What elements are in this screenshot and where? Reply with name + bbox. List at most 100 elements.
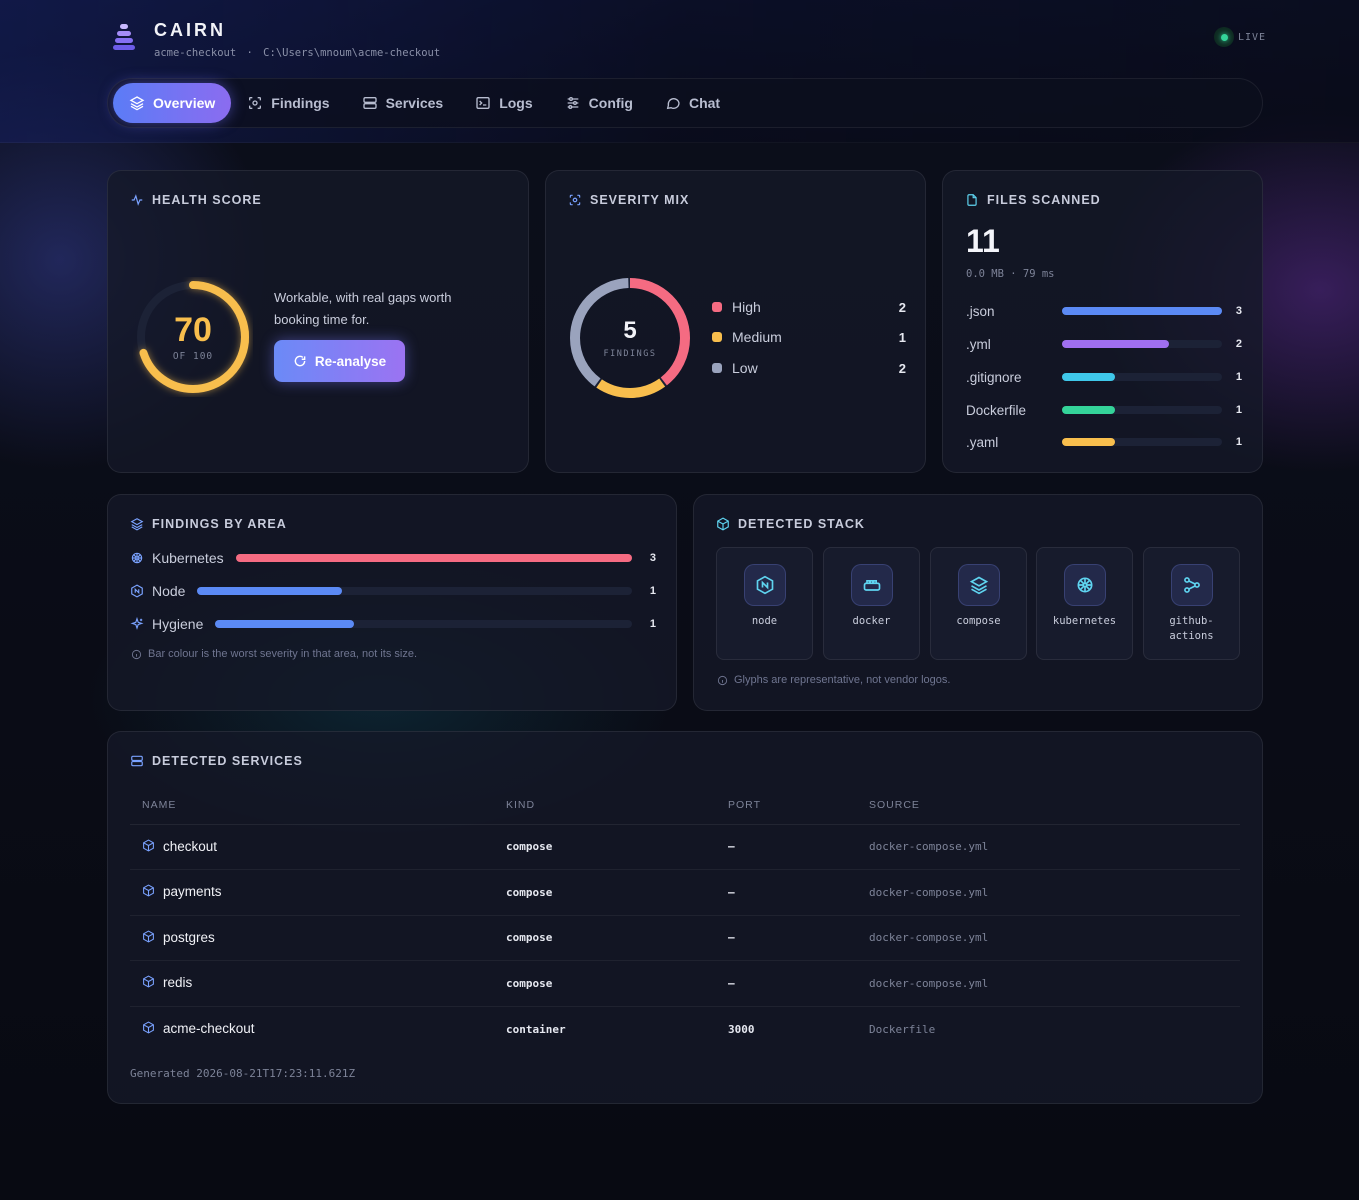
- legend-low: Low 2: [712, 360, 906, 376]
- area-row-kubernetes: Kubernetes 3: [130, 547, 656, 569]
- file-type-track: [1062, 373, 1222, 381]
- findings-by-area-card: FINDINGS BY AREA Kubernetes 3 Node 1 Hyg…: [107, 494, 677, 711]
- card-header: FILES SCANNED: [965, 193, 1101, 207]
- file-type-bar: [1062, 373, 1116, 381]
- severity-total-label: FINDINGS: [603, 349, 657, 359]
- tab-findings[interactable]: Findings: [231, 83, 345, 123]
- service-kind: compose: [494, 869, 716, 916]
- file-type-count: 1: [1235, 404, 1242, 416]
- terminal-icon: [476, 97, 490, 109]
- files-meta: 0.0 MB · 79 ms: [966, 268, 1055, 280]
- file-type-label: .yml: [966, 336, 991, 352]
- cube-icon: [142, 975, 155, 991]
- service-kind: compose: [494, 960, 716, 1007]
- files-scanned-card: FILES SCANNED 11 0.0 MB · 79 ms .json 3 .y…: [942, 170, 1263, 473]
- live-indicator: LIVE: [1214, 27, 1266, 47]
- legend-medium: Medium 1: [712, 329, 906, 345]
- service-port: 3000: [728, 1022, 755, 1036]
- cairn-logo-icon: [108, 18, 140, 54]
- detected-services-card: DETECTED SERVICES NAME KIND PORT SOURCE …: [107, 731, 1263, 1104]
- card-header: SEVERITY MIX: [568, 193, 689, 207]
- file-type-count: 3: [1235, 305, 1242, 317]
- severity-total: 5: [623, 317, 637, 344]
- chat-icon: [666, 98, 680, 110]
- file-icon: [967, 194, 977, 206]
- cube-icon: [717, 517, 729, 531]
- app-title: CAIRN: [154, 20, 226, 40]
- card-header: DETECTED STACK: [716, 517, 865, 531]
- stack-note: Glyphs are representative, not vendor lo…: [717, 674, 950, 686]
- stack-item-github-actions: github-actions: [1143, 547, 1240, 660]
- scan-icon: [569, 194, 581, 206]
- table-row[interactable]: payments compose – docker-compose.yml: [130, 869, 1240, 916]
- files-count: 11: [966, 223, 1000, 259]
- re-analyse-button[interactable]: Re-analyse: [274, 340, 405, 382]
- file-type-row: .json 3: [966, 301, 1242, 321]
- file-type-row: Dockerfile 1: [966, 400, 1242, 420]
- file-type-label: .gitignore: [966, 369, 1022, 385]
- file-type-row: .yaml 1: [966, 432, 1242, 452]
- file-type-row: .yml 2: [966, 334, 1242, 354]
- area-note: Bar colour is the worst severity in that…: [131, 648, 417, 660]
- docker-icon: [863, 580, 880, 591]
- service-name: payments: [130, 869, 494, 916]
- service-source: Dockerfile: [869, 1022, 936, 1036]
- service-source: docker-compose.yml: [857, 960, 1240, 1007]
- file-type-track: [1062, 438, 1222, 446]
- area-bar-hygiene: [215, 620, 355, 628]
- file-type-count: 1: [1235, 436, 1242, 448]
- file-type-label: .json: [966, 303, 995, 319]
- stack-item-compose: compose: [930, 547, 1027, 660]
- helm-icon: [131, 552, 143, 564]
- brand: CAIRN acme-checkout · C:\Users\mnoum\acm…: [108, 18, 440, 59]
- file-type-track: [1062, 307, 1222, 315]
- helm-icon: [1077, 577, 1092, 593]
- card-header: DETECTED SERVICES: [130, 754, 303, 768]
- area-row-node: Node 1: [130, 580, 656, 602]
- service-kind: compose: [494, 915, 716, 961]
- file-type-count: 2: [1235, 338, 1242, 350]
- stack-item-docker: docker: [823, 547, 920, 660]
- table-row[interactable]: acme-checkout container 3000 Dockerfile: [130, 1006, 1240, 1052]
- file-type-bar: [1062, 340, 1169, 348]
- pulse-icon: [131, 194, 143, 206]
- generated-timestamp: Generated 2026-08-21T17:23:11.621Z: [130, 1067, 356, 1080]
- service-name: checkout: [130, 824, 494, 870]
- tab-logs[interactable]: Logs: [459, 83, 548, 123]
- table-row[interactable]: redis compose – docker-compose.yml: [130, 960, 1240, 1007]
- col-kind: KIND: [494, 786, 716, 825]
- low-swatch: [712, 363, 722, 373]
- health-score-value: 70: [174, 311, 212, 349]
- refresh-icon: [294, 355, 306, 367]
- tab-services[interactable]: Services: [346, 83, 460, 123]
- node-icon: [131, 584, 143, 598]
- service-source: docker-compose.yml: [857, 824, 1240, 870]
- node-icon: [756, 575, 773, 595]
- service-name: redis: [130, 960, 494, 1007]
- status-dot-icon: [1214, 27, 1234, 47]
- table-row[interactable]: checkout compose – docker-compose.yml: [130, 824, 1240, 870]
- health-score-card: HEALTH SCORE 70 OF 100 Workable, with re…: [107, 170, 529, 473]
- live-label: LIVE: [1238, 31, 1267, 43]
- medium-swatch: [712, 332, 722, 342]
- table-row[interactable]: postgres compose – docker-compose.yml: [130, 915, 1240, 961]
- area-bar-kubernetes: [235, 554, 632, 562]
- tab-overview[interactable]: Overview: [113, 83, 232, 123]
- cube-icon: [142, 884, 155, 900]
- server-icon: [131, 755, 143, 767]
- card-header: FINDINGS BY AREA: [130, 517, 287, 531]
- git-branch-icon: [1183, 577, 1200, 593]
- service-port: –: [716, 824, 857, 870]
- col-port: PORT: [716, 786, 857, 825]
- file-type-bar: [1062, 438, 1116, 446]
- file-type-track: [1062, 406, 1222, 414]
- service-kind: compose: [494, 824, 716, 870]
- server-icon: [362, 97, 377, 109]
- services-table: NAME KIND PORT SOURCE checkout compose – do…: [130, 786, 1240, 1052]
- tab-chat[interactable]: Chat: [649, 83, 736, 123]
- area-row-hygiene: Hygiene 1: [130, 613, 656, 635]
- file-type-bar: [1062, 406, 1116, 414]
- service-port: –: [716, 869, 857, 916]
- tab-config[interactable]: Config: [549, 83, 649, 123]
- health-score-max: OF 100: [172, 351, 214, 362]
